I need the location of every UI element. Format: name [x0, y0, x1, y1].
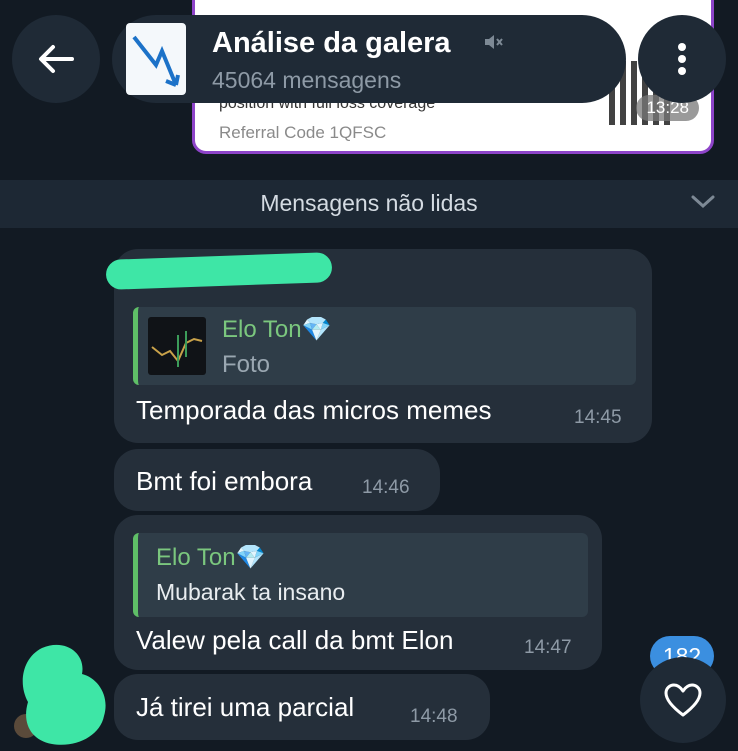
- quote-author: Elo Ton💎: [222, 316, 332, 343]
- message-text: Bmt foi embora: [136, 466, 313, 496]
- reply-quote[interactable]: Elo Ton💎 Foto: [133, 307, 636, 385]
- referral-code: Referral Code 1QFSC: [219, 123, 387, 142]
- chat-title-bar[interactable]: Análise da galera 45064 mensagens: [112, 15, 626, 103]
- mute-icon: [485, 35, 503, 49]
- arrow-left-icon: [39, 45, 74, 73]
- avatar[interactable]: [12, 640, 112, 751]
- message-count: 45064 mensagens: [212, 67, 402, 93]
- chart-down-icon: [132, 35, 180, 87]
- unread-messages-divider[interactable]: Mensagens não lidas: [0, 180, 738, 228]
- message-text: Já tirei uma parcial: [136, 692, 355, 722]
- back-button[interactable]: [12, 15, 100, 103]
- message-time: 14:48: [410, 706, 458, 727]
- more-vertical-icon: [678, 43, 686, 75]
- chevron-down-icon: [691, 195, 715, 209]
- quote-body: Mubarak ta insano: [156, 579, 346, 605]
- message-bubble[interactable]: Bmt foi embora 14:46: [114, 449, 440, 511]
- quote-author: Elo Ton💎: [156, 544, 266, 571]
- group-avatar: [126, 23, 186, 95]
- message-bubble[interactable]: Elo Ton💎 Mubarak ta insano Valew pela ca…: [114, 515, 602, 670]
- chart-thumbnail-icon: [151, 331, 203, 367]
- photo-thumbnail: [148, 317, 206, 375]
- chat-title: Análise da galera: [212, 27, 451, 59]
- heart-icon: [664, 683, 702, 717]
- message-time: 14:47: [524, 637, 572, 658]
- message-bubble[interactable]: Já tirei uma parcial 14:48: [114, 674, 490, 740]
- message-text: Valew pela call da bmt Elon: [136, 625, 454, 655]
- more-options-button[interactable]: [638, 15, 726, 103]
- message-time: 14:46: [362, 477, 410, 498]
- quote-body: Foto: [222, 351, 271, 378]
- message-text: Temporada das micros memes: [136, 395, 492, 425]
- reactions-button[interactable]: [640, 657, 726, 743]
- message-time: 14:45: [574, 407, 622, 428]
- unread-label: Mensagens não lidas: [260, 190, 478, 216]
- reply-quote[interactable]: Elo Ton💎 Mubarak ta insano: [133, 533, 588, 617]
